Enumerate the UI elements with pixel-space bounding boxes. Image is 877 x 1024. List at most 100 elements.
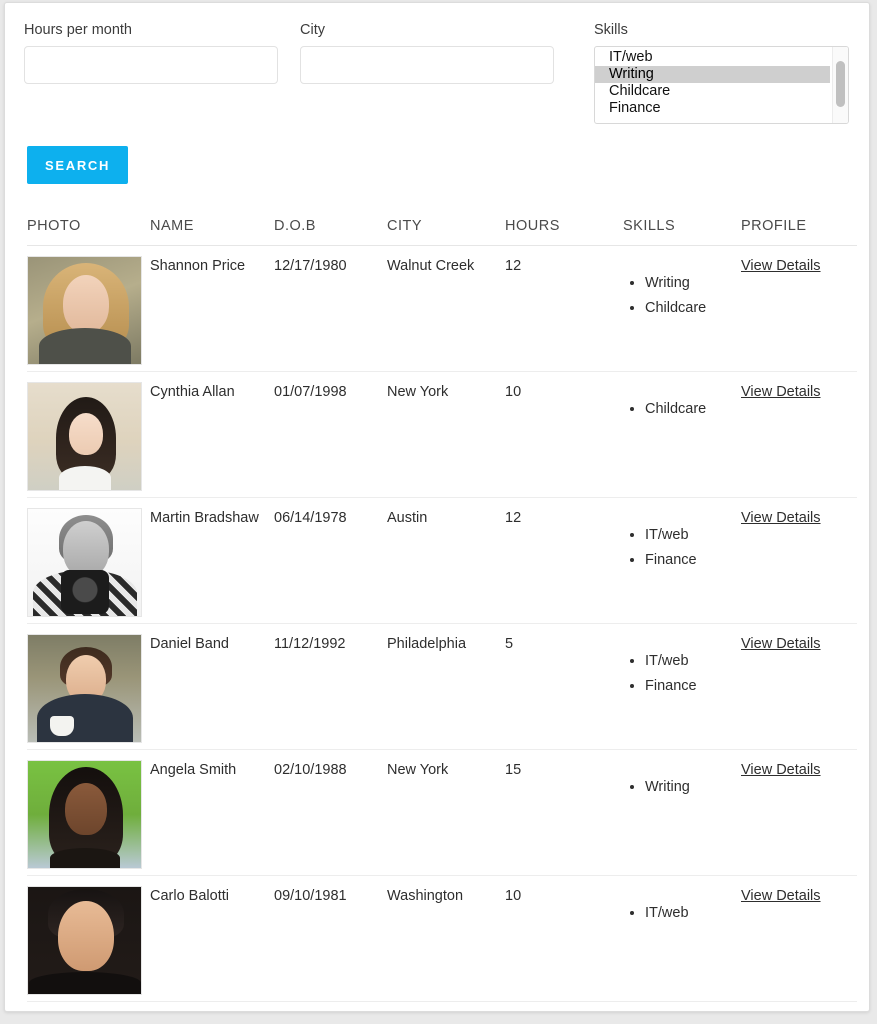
skill-item: IT/web bbox=[645, 523, 741, 548]
table-header-row: PHOTO NAME D.O.B CITY HOURS SKILLS PROFI… bbox=[27, 218, 857, 246]
skill-item: IT/web bbox=[645, 901, 741, 926]
search-form: Hours per month City Skills IT/web Writi… bbox=[5, 3, 869, 184]
skills-option-writing[interactable]: Writing bbox=[595, 66, 830, 83]
skills-option-it-web[interactable]: IT/web bbox=[595, 49, 830, 66]
table-row: Carlo Balotti 09/10/1981 Washington 10 I… bbox=[27, 875, 857, 1002]
cell-hours: 10 bbox=[505, 371, 623, 498]
carlo-balotti-photo bbox=[27, 886, 142, 995]
cell-skills: Writing Childcare bbox=[623, 245, 741, 372]
cell-name: Angela Smith bbox=[150, 749, 274, 876]
table-row: Martin Bradshaw 06/14/1978 Austin 12 IT/… bbox=[27, 497, 857, 624]
cell-city: Walnut Creek bbox=[387, 245, 505, 372]
skills-listbox[interactable]: IT/web Writing Childcare Finance bbox=[594, 46, 849, 124]
cell-name: Martin Bradshaw bbox=[150, 497, 274, 624]
skills-list: Writing Childcare bbox=[623, 271, 741, 321]
skills-list: IT/web Finance bbox=[623, 523, 741, 573]
cell-dob: 12/17/1980 bbox=[274, 245, 387, 372]
results-table: PHOTO NAME D.O.B CITY HOURS SKILLS PROFI… bbox=[27, 218, 857, 1012]
results-table-foot: PHOTO NAME D.O.B CITY HOURS SKILLS PROFI… bbox=[27, 1001, 857, 1012]
skills-listbox-scroll-thumb[interactable] bbox=[835, 61, 845, 107]
skills-list: IT/web bbox=[623, 901, 741, 926]
cell-hours: 15 bbox=[505, 749, 623, 876]
view-details-link[interactable]: View Details bbox=[741, 762, 821, 778]
skills-option-childcare[interactable]: Childcare bbox=[595, 83, 830, 100]
table-row: Shannon Price 12/17/1980 Walnut Creek 12… bbox=[27, 245, 857, 372]
skill-item: IT/web bbox=[645, 649, 741, 674]
cell-name: Shannon Price bbox=[150, 245, 274, 372]
footer-city: CITY bbox=[387, 1002, 505, 1012]
cynthia-allan-photo bbox=[27, 382, 142, 491]
cell-skills: Writing bbox=[623, 749, 741, 876]
cell-photo bbox=[27, 623, 150, 750]
skills-list: IT/web Finance bbox=[623, 649, 741, 699]
city-input[interactable] bbox=[300, 46, 554, 84]
cell-skills: IT/web Finance bbox=[623, 623, 741, 750]
header-dob: D.O.B bbox=[274, 218, 316, 234]
view-details-link[interactable]: View Details bbox=[741, 384, 821, 400]
skills-option-finance[interactable]: Finance bbox=[595, 100, 830, 117]
cell-name: Cynthia Allan bbox=[150, 371, 274, 498]
cell-skills: IT/web bbox=[623, 875, 741, 1002]
skill-item: Childcare bbox=[645, 296, 741, 321]
skill-item: Writing bbox=[645, 271, 741, 296]
cell-city: Philadelphia bbox=[387, 623, 505, 750]
skills-field-group: Skills IT/web Writing Childcare Finance bbox=[594, 21, 849, 124]
cell-city: Washington bbox=[387, 875, 505, 1002]
cell-profile: View Details bbox=[741, 623, 857, 750]
cell-dob: 02/10/1988 bbox=[274, 749, 387, 876]
cell-skills: IT/web Finance bbox=[623, 497, 741, 624]
cell-profile: View Details bbox=[741, 371, 857, 498]
search-fields-row: Hours per month City Skills IT/web Writi… bbox=[24, 21, 849, 124]
hours-per-month-field-group: Hours per month bbox=[24, 21, 278, 84]
cell-dob: 11/12/1992 bbox=[274, 623, 387, 750]
table-row: Daniel Band 11/12/1992 Philadelphia 5 IT… bbox=[27, 623, 857, 750]
hours-per-month-input[interactable] bbox=[24, 46, 278, 84]
footer-name: NAME bbox=[150, 1002, 274, 1012]
cell-hours: 5 bbox=[505, 623, 623, 750]
header-skills: SKILLS bbox=[623, 218, 676, 234]
city-label: City bbox=[300, 22, 325, 38]
header-photo: PHOTO bbox=[27, 218, 81, 234]
cell-profile: View Details bbox=[741, 749, 857, 876]
skills-listbox-scrollbar[interactable] bbox=[831, 47, 848, 123]
skills-list: Writing bbox=[623, 775, 741, 800]
cell-profile: View Details bbox=[741, 497, 857, 624]
results-table-body: Shannon Price 12/17/1980 Walnut Creek 12… bbox=[27, 245, 857, 1002]
header-city: CITY bbox=[387, 218, 423, 234]
table-row: Angela Smith 02/10/1988 New York 15 Writ… bbox=[27, 749, 857, 876]
cell-photo bbox=[27, 749, 150, 876]
daniel-band-photo bbox=[27, 634, 142, 743]
view-details-link[interactable]: View Details bbox=[741, 510, 821, 526]
header-hours: HOURS bbox=[505, 218, 560, 234]
view-details-link[interactable]: View Details bbox=[741, 888, 821, 904]
table-footer-row: PHOTO NAME D.O.B CITY HOURS SKILLS PROFI… bbox=[27, 1001, 857, 1012]
cell-profile: View Details bbox=[741, 245, 857, 372]
skills-label: Skills bbox=[594, 22, 628, 38]
cell-city: New York bbox=[387, 371, 505, 498]
cell-name: Carlo Balotti bbox=[150, 875, 274, 1002]
table-row: Cynthia Allan 01/07/1998 New York 10 Chi… bbox=[27, 371, 857, 498]
cell-hours: 12 bbox=[505, 245, 623, 372]
search-button[interactable]: SEARCH bbox=[27, 146, 129, 184]
cell-city: New York bbox=[387, 749, 505, 876]
cell-photo bbox=[27, 245, 150, 372]
cell-hours: 12 bbox=[505, 497, 623, 624]
hours-per-month-label: Hours per month bbox=[24, 22, 132, 38]
cell-photo bbox=[27, 371, 150, 498]
view-details-link[interactable]: View Details bbox=[741, 636, 821, 652]
footer-profile: PROFILE bbox=[741, 1002, 857, 1012]
cell-dob: 01/07/1998 bbox=[274, 371, 387, 498]
cell-photo bbox=[27, 875, 150, 1002]
footer-hours: HOURS bbox=[505, 1002, 623, 1012]
cell-dob: 09/10/1981 bbox=[274, 875, 387, 1002]
footer-skills: SKILLS bbox=[623, 1002, 741, 1012]
footer-photo: PHOTO bbox=[27, 1002, 150, 1012]
cell-profile: View Details bbox=[741, 875, 857, 1002]
cell-dob: 06/14/1978 bbox=[274, 497, 387, 624]
skill-item: Finance bbox=[645, 548, 741, 573]
view-details-link[interactable]: View Details bbox=[741, 258, 821, 274]
skill-item: Childcare bbox=[645, 397, 741, 422]
header-name: NAME bbox=[150, 218, 194, 234]
martin-bradshaw-photo bbox=[27, 508, 142, 617]
results-table-head: PHOTO NAME D.O.B CITY HOURS SKILLS PROFI… bbox=[27, 218, 857, 246]
